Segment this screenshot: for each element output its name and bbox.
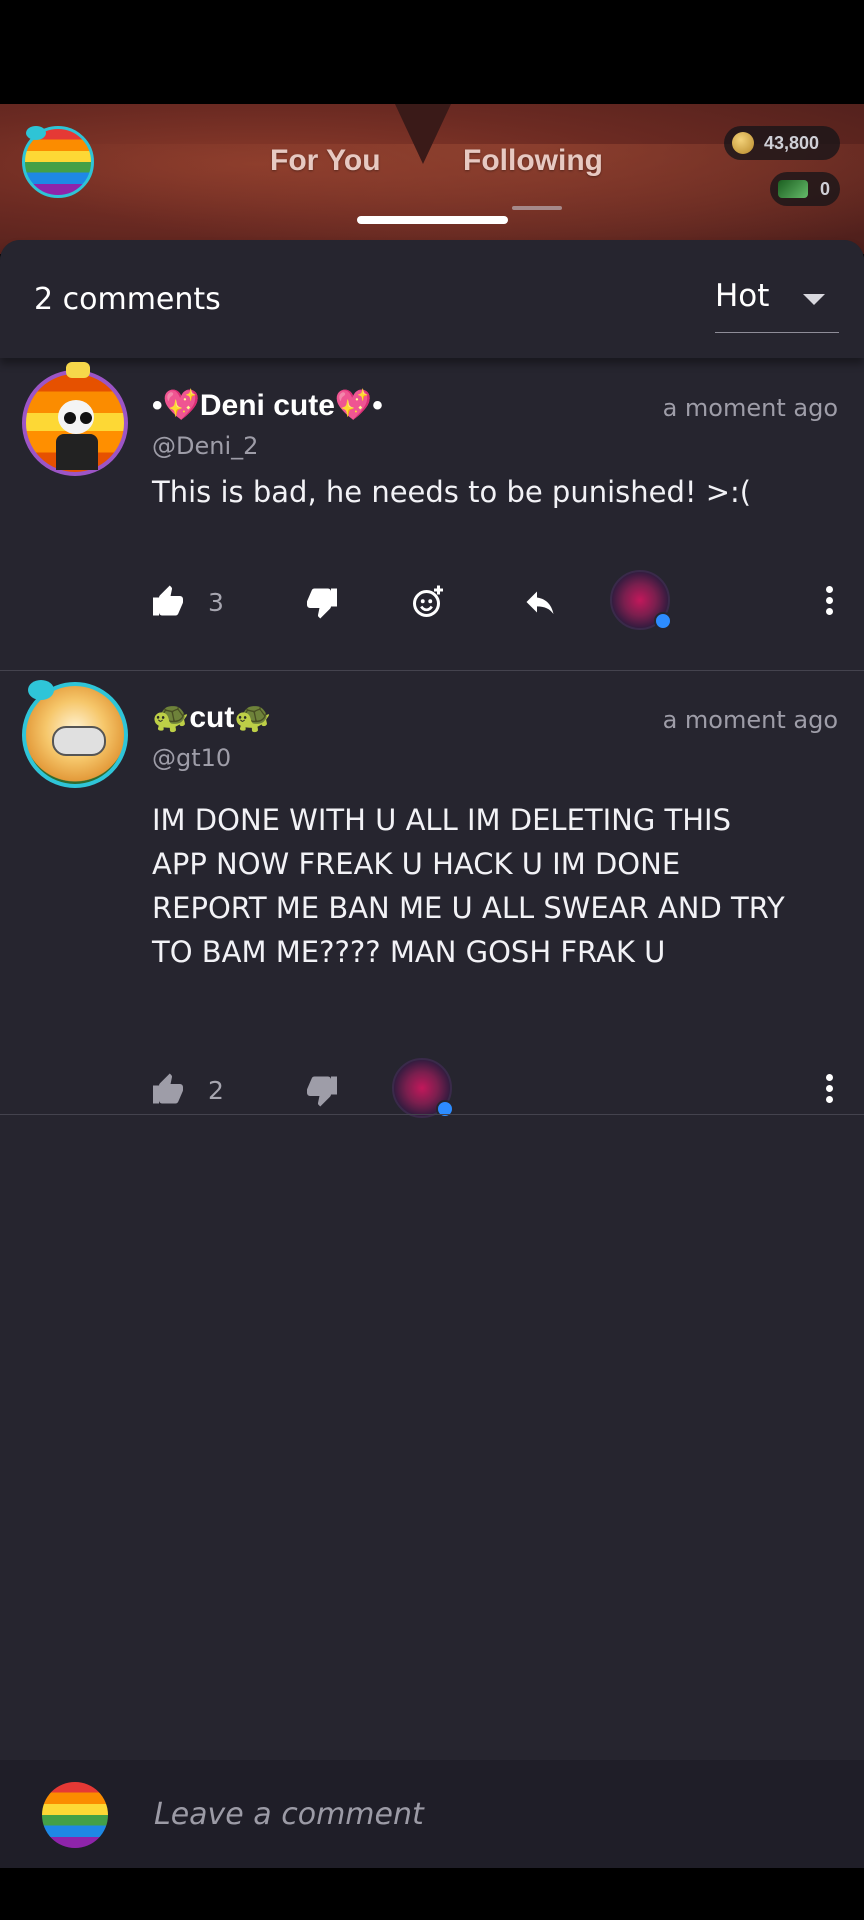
comment-username[interactable]: 🐢cut🐢 (152, 700, 272, 735)
comment-time: a moment ago (662, 706, 838, 734)
avatar-eye (80, 412, 92, 424)
like-count: 3 (208, 587, 224, 617)
thumbs-up-icon (150, 584, 186, 620)
comment-text: IM DONE WITH U ALL IM DELETING THIS APP … (152, 803, 785, 969)
heart-badge-icon (436, 1100, 454, 1118)
caret-down-icon (803, 294, 825, 305)
comment-avatar[interactable] (22, 680, 128, 788)
comment-avatar[interactable] (22, 362, 128, 476)
comment-count: 2 comments (34, 282, 221, 317)
more-options-icon[interactable] (826, 586, 834, 616)
divider (0, 670, 864, 671)
comment-input[interactable] (152, 1788, 806, 1840)
avatar-hat-icon (28, 680, 54, 700)
reply-icon (522, 584, 558, 620)
thumbs-down-icon (304, 1072, 340, 1108)
top-header: For You Following 43,800 0 (0, 104, 864, 254)
bill-icon (778, 180, 808, 198)
comment-handle[interactable]: @gt10 (152, 744, 231, 772)
comment-item: •💖Deni cute💖• @Deni_2 a moment ago This … (0, 360, 864, 670)
reply-button[interactable] (522, 572, 558, 632)
comment-text: This is bad, he needs to be punished! >:… (152, 475, 752, 509)
comment-actions: 3 (0, 570, 864, 632)
tab-for-you[interactable]: For You (270, 144, 381, 178)
tab-following[interactable]: Following (463, 144, 603, 178)
header-decoration (395, 104, 451, 164)
status-bar (0, 0, 864, 104)
thumbs-up-icon (150, 1072, 186, 1108)
sheep-icon (52, 726, 106, 756)
comment-time: a moment ago (662, 394, 838, 422)
coins-value: 43,800 (764, 132, 820, 153)
tab-active-indicator (512, 206, 562, 210)
reactor-avatar[interactable] (610, 570, 672, 630)
comment-composer (0, 1760, 864, 1868)
bills-value: 0 (819, 178, 830, 199)
like-count: 2 (208, 1075, 224, 1105)
home-indicator (357, 216, 508, 224)
bills-balance[interactable]: 0 (770, 172, 840, 206)
comments-header: 2 comments Hot (0, 240, 864, 358)
thumbs-down-icon (304, 584, 340, 620)
coin-icon (732, 132, 754, 154)
avatar-hat-icon (26, 126, 46, 140)
more-options-icon[interactable] (826, 1074, 834, 1104)
like-button[interactable]: 2 (150, 1060, 224, 1120)
sort-selected: Hot (715, 278, 770, 314)
avatar-body (56, 434, 98, 470)
composer-avatar (42, 1782, 108, 1848)
coins-balance[interactable]: 43,800 (724, 126, 840, 160)
reactor-avatar[interactable] (392, 1058, 454, 1118)
comment-username[interactable]: •💖Deni cute💖• (152, 388, 383, 423)
avatar-eye (64, 412, 76, 424)
comment-item: 🐢cut🐢 @gt10 a moment ago IM DONE WITH U … (0, 672, 864, 1118)
sort-dropdown[interactable]: Hot (715, 274, 839, 333)
heart-badge-icon (654, 612, 672, 630)
like-button[interactable]: 3 (150, 572, 224, 632)
dislike-button[interactable] (304, 1060, 340, 1120)
add-emoji-icon (410, 584, 446, 620)
dislike-button[interactable] (304, 572, 340, 632)
divider (0, 1114, 864, 1115)
comment-actions: 2 (0, 1058, 864, 1120)
add-reaction-button[interactable] (410, 572, 446, 632)
system-nav-bar (0, 1868, 864, 1920)
crown-icon (66, 362, 90, 378)
comment-handle[interactable]: @Deni_2 (152, 432, 258, 460)
